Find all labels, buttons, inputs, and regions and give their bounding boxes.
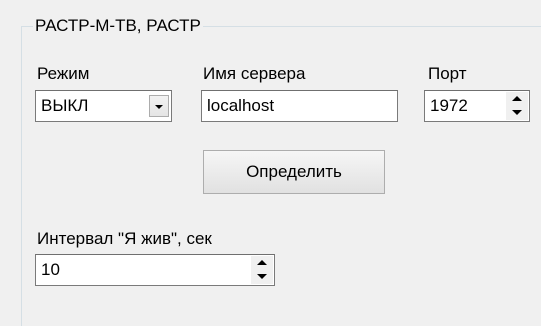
port-label: Порт — [428, 64, 467, 83]
interval-label: Интервал "Я жив", сек — [37, 229, 212, 248]
port-value: 1972 — [430, 96, 468, 115]
mode-value: ВЫКЛ — [41, 96, 89, 115]
chevron-down-icon — [155, 105, 163, 109]
interval-value: 10 — [41, 260, 60, 279]
server-name-input[interactable]: localhost — [201, 90, 398, 122]
group-box-title: РАСТР-М-ТВ, РАСТР — [33, 16, 203, 36]
spin-down-icon[interactable] — [506, 107, 528, 120]
spin-up-icon[interactable] — [506, 92, 528, 105]
server-name-value: localhost — [207, 96, 275, 115]
mode-label: Режим — [37, 64, 90, 83]
mode-dropdown[interactable]: ВЫКЛ — [35, 90, 172, 122]
server-label: Имя сервера — [203, 64, 306, 83]
interval-stepper[interactable]: 10 — [35, 254, 275, 286]
port-stepper[interactable]: 1972 — [424, 90, 530, 122]
spin-down-icon[interactable] — [251, 271, 273, 284]
interval-spin-buttons — [251, 256, 273, 284]
spin-up-icon[interactable] — [251, 256, 273, 269]
dropdown-button[interactable] — [149, 95, 169, 117]
port-spin-buttons — [506, 92, 528, 120]
detect-button[interactable]: Определить — [203, 150, 385, 194]
